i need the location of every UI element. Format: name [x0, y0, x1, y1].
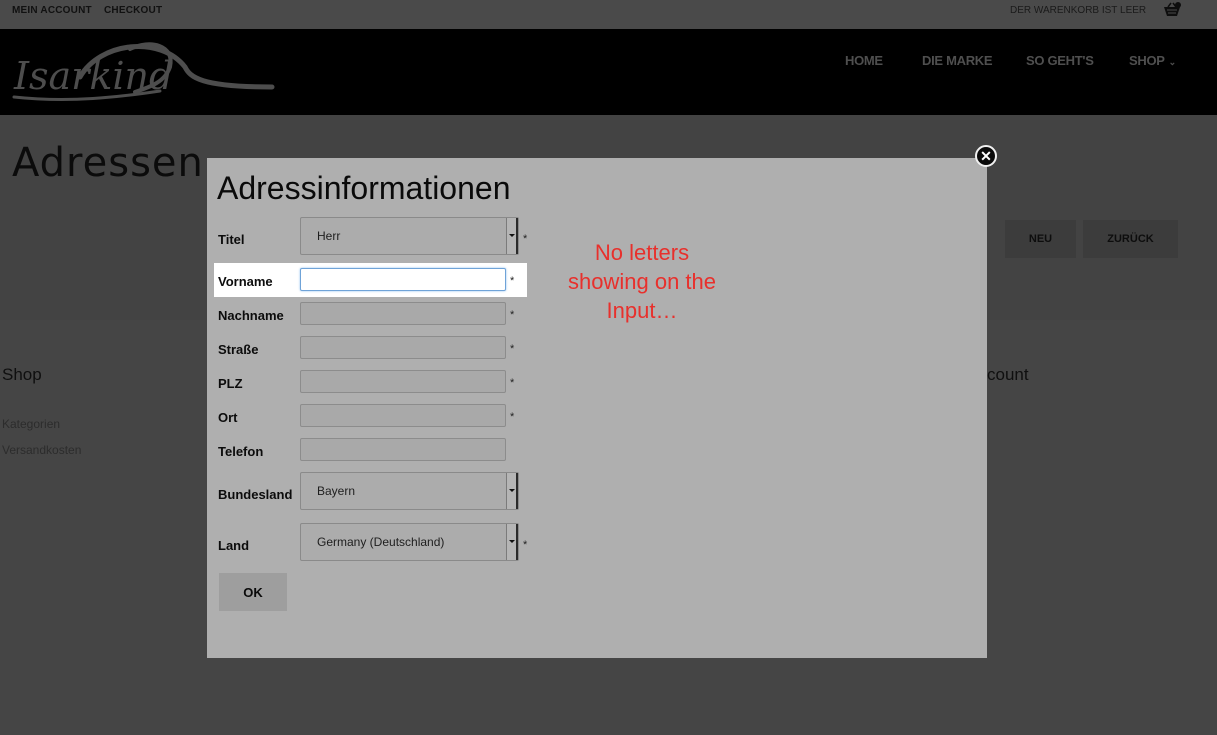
bundesland-select[interactable]: Bayern — [300, 472, 519, 510]
nachname-input[interactable] — [300, 302, 506, 325]
top-utility-bar: MEIN ACCOUNT CHECKOUT DER WARENKORB IST … — [0, 0, 1217, 29]
required-mark: * — [523, 539, 528, 551]
chevron-down-icon[interactable] — [506, 473, 518, 509]
basket-icon[interactable] — [1162, 2, 1182, 18]
required-mark: * — [523, 233, 528, 245]
isarkind-logo[interactable]: Isarkind — [10, 37, 275, 107]
checkout-link[interactable]: CHECKOUT — [104, 5, 162, 16]
telefon-input[interactable] — [300, 438, 506, 461]
site-header: Isarkind HOME DIE MARKE SO GEHT'S SHOP ⌄ — [0, 29, 1217, 115]
cart-status[interactable]: DER WARENKORB IST LEER — [1010, 5, 1146, 16]
chevron-down-icon: ⌄ — [1168, 57, 1177, 67]
my-account-link[interactable]: MEIN ACCOUNT — [12, 5, 92, 16]
footer-link-versandkosten[interactable]: Versandkosten — [2, 443, 81, 457]
footer-link-kategorien[interactable]: Kategorien — [2, 417, 60, 431]
new-button[interactable]: NEU — [1005, 220, 1076, 258]
chevron-down-icon[interactable] — [506, 218, 518, 254]
required-mark: * — [510, 411, 515, 423]
vorname-input[interactable] — [300, 268, 506, 291]
annotation-note: No letters showing on the Input… — [568, 240, 716, 323]
plz-label: PLZ — [218, 376, 243, 391]
required-mark: * — [510, 275, 515, 287]
footer-shop-heading: Shop — [2, 365, 42, 384]
nav-shop[interactable]: SHOP ⌄ — [1129, 53, 1176, 68]
back-button[interactable]: ZURÜCK — [1083, 220, 1178, 258]
titel-select[interactable]: Herr — [300, 217, 519, 255]
titel-value: Herr — [317, 229, 341, 243]
modal-title: Adressinformationen — [217, 170, 511, 206]
nav-home[interactable]: HOME — [845, 53, 883, 68]
plz-input[interactable] — [300, 370, 506, 393]
logo-text: Isarkind — [13, 54, 173, 98]
ok-button[interactable]: OK — [219, 573, 287, 611]
footer-account-heading: count — [987, 365, 1029, 384]
bundesland-label: Bundesland — [218, 487, 293, 502]
nav-shop-label: SHOP — [1129, 53, 1165, 68]
telefon-label: Telefon — [218, 444, 264, 459]
required-mark: * — [510, 377, 515, 389]
titel-label: Titel — [218, 232, 245, 247]
nachname-label: Nachname — [218, 308, 284, 323]
chevron-down-icon[interactable] — [506, 524, 518, 560]
strasse-label: Straße — [218, 342, 259, 357]
address-modal: Adressinformationen Titel Herr * Vorname… — [207, 158, 987, 658]
land-label: Land — [218, 538, 250, 553]
strasse-input[interactable] — [300, 336, 506, 359]
land-select[interactable]: Germany (Deutschland) — [300, 523, 519, 561]
ort-label: Ort — [218, 410, 238, 425]
ort-input[interactable] — [300, 404, 506, 427]
close-icon[interactable]: ✕ — [975, 145, 997, 167]
vorname-label: Vorname — [218, 274, 273, 289]
required-mark: * — [510, 343, 515, 355]
nav-so-gehts[interactable]: SO GEHT'S — [1026, 53, 1094, 68]
land-value: Germany (Deutschland) — [317, 535, 445, 549]
page-title: Adressen — [12, 140, 204, 186]
required-mark: * — [510, 309, 515, 321]
nav-die-marke[interactable]: DIE MARKE — [922, 53, 993, 68]
bundesland-value: Bayern — [317, 484, 356, 498]
